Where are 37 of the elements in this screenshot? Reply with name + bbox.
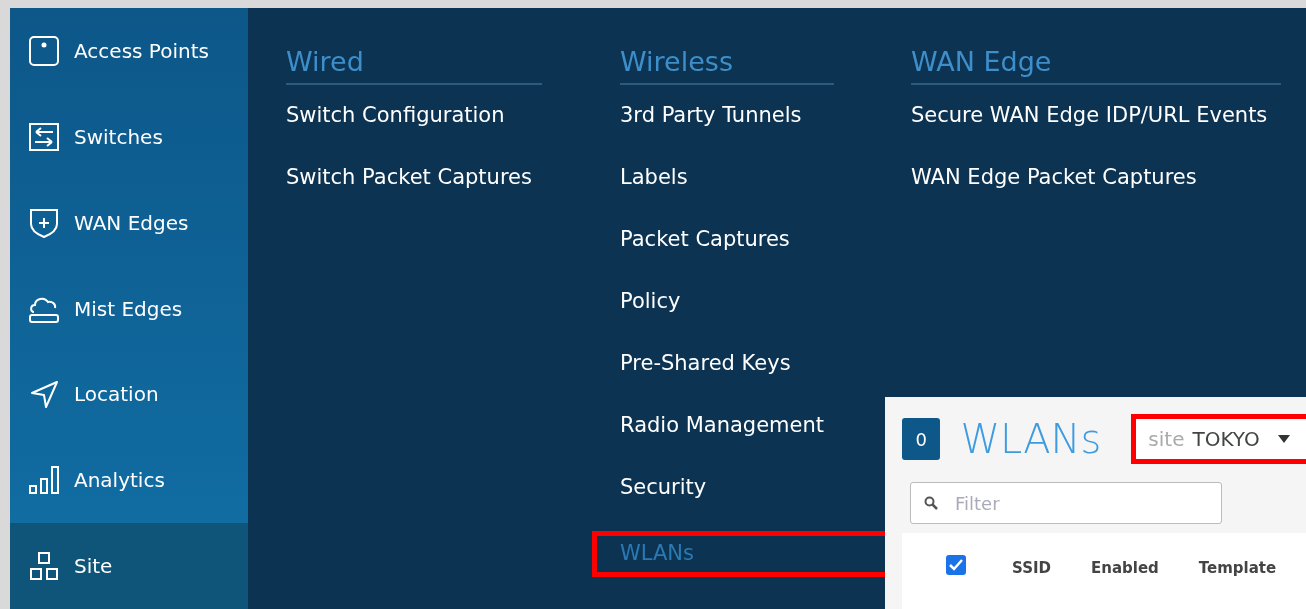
- caret-icon: [1277, 435, 1290, 443]
- menu-item[interactable]: Radio Management: [620, 407, 825, 469]
- site-value: TOKYO: [1192, 427, 1260, 451]
- sidebar-item[interactable]: Site: [10, 523, 248, 609]
- menu-heading: WAN Edge: [911, 46, 1281, 85]
- filter-field[interactable]: Filter: [910, 482, 1222, 524]
- column-header[interactable]: SSID: [1012, 559, 1051, 577]
- sidebar-item[interactable]: Location: [10, 351, 248, 438]
- column-header[interactable]: Enabled: [1090, 559, 1159, 577]
- sidebar-item[interactable]: Analytics: [10, 437, 248, 524]
- menu-item[interactable]: 3rd Party Tunnels: [620, 97, 802, 159]
- switch-icon: [28, 120, 60, 153]
- sidebar-item[interactable]: Access Points: [10, 8, 248, 94]
- sidebar-item[interactable]: WAN Edges: [10, 179, 248, 266]
- site-label: site: [1148, 427, 1185, 451]
- sidebar-item[interactable]: Switches: [10, 93, 248, 180]
- bar-chart-icon: [28, 464, 60, 497]
- select-all-checkbox[interactable]: [946, 555, 966, 575]
- page-title: WLANs: [960, 416, 1102, 462]
- navigation-icon: [28, 378, 60, 411]
- menu-item[interactable]: Security: [620, 469, 707, 531]
- menu-item[interactable]: Secure WAN Edge IDP/URL Events: [911, 97, 1268, 159]
- squares-icon: [28, 550, 60, 583]
- menu-item[interactable]: Policy: [620, 283, 681, 345]
- menu-item[interactable]: Pre-Shared Keys: [620, 345, 791, 407]
- menu-heading: Wireless: [620, 46, 834, 85]
- shield-icon: [28, 206, 60, 239]
- menu-item[interactable]: WAN Edge Packet Captures: [911, 159, 1197, 221]
- menu-item[interactable]: Labels: [620, 159, 688, 221]
- column-header[interactable]: Template: [1198, 559, 1277, 577]
- menu-item[interactable]: Packet Captures: [620, 221, 790, 283]
- menu-heading: Wired: [286, 46, 542, 85]
- sidebar-item[interactable]: Mist Edges: [10, 265, 248, 352]
- site-dropdown[interactable]: site TOKYO: [1131, 414, 1306, 464]
- count-badge: 0: [902, 418, 941, 460]
- menu-item[interactable]: Switch Packet Captures: [286, 159, 532, 221]
- menu-item[interactable]: Switch Configuration: [286, 97, 505, 159]
